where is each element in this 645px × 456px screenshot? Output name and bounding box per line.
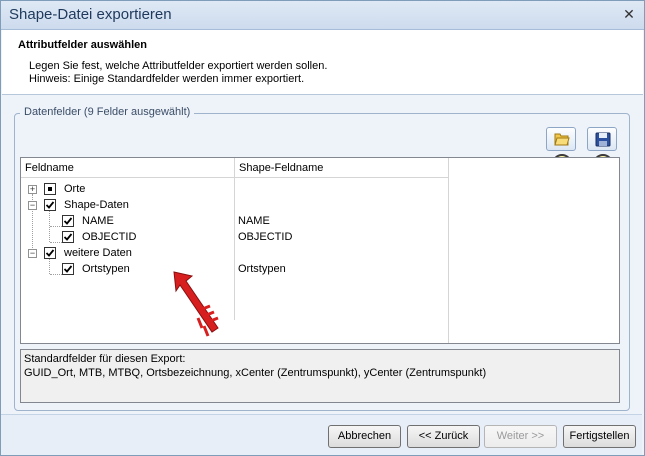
shape-field-value: OBJECTID <box>238 231 293 243</box>
standard-fields-heading: Standardfelder für diesen Export: <box>24 353 186 365</box>
checkbox-partial[interactable] <box>44 183 56 195</box>
checkbox-checked[interactable] <box>62 263 74 275</box>
window-title: Shape-Datei exportieren <box>9 6 172 23</box>
expand-icon[interactable]: + <box>28 185 37 194</box>
title-bar: Shape-Datei exportieren ✕ <box>1 1 644 30</box>
wizard-header: Attributfelder auswählen Legen Sie fest,… <box>2 30 643 95</box>
column-divider-right <box>448 158 449 343</box>
next-button[interactable]: Weiter >> <box>484 425 557 448</box>
floppy-disk-icon <box>595 132 611 147</box>
standard-fields-list: GUID_Ort, MTB, MTBQ, Ortsbezeichnung, xC… <box>24 367 487 379</box>
collapse-icon[interactable]: − <box>28 201 37 210</box>
save-button[interactable] <box>587 127 617 151</box>
tree-row-ortstypen[interactable]: Ortstypen Ortstypen <box>21 261 446 277</box>
standard-fields-box: Standardfelder für diesen Export: GUID_O… <box>20 349 620 403</box>
open-button[interactable] <box>546 127 576 151</box>
tree-row-label: NAME <box>82 215 114 227</box>
back-button[interactable]: << Zurück <box>407 425 480 448</box>
field-tree[interactable]: Feldname Shape-Feldname + Orte − Shape-D… <box>20 157 620 344</box>
collapse-icon[interactable]: − <box>28 249 37 258</box>
tree-row-objectid[interactable]: OBJECTID OBJECTID <box>21 229 446 245</box>
finish-button[interactable]: Fertigstellen <box>563 425 636 448</box>
group-legend: Datenfelder (9 Felder ausgewählt) <box>20 106 195 118</box>
tree-row-label: weitere Daten <box>64 247 132 259</box>
page-title: Attributfelder auswählen <box>18 39 147 51</box>
column-header-fieldname[interactable]: Feldname <box>21 158 235 178</box>
tree-row-label: Ortstypen <box>82 263 130 275</box>
tree-row-shape-daten[interactable]: − Shape-Daten <box>21 197 446 213</box>
tree-row-label: OBJECTID <box>82 231 137 243</box>
column-header-shapefieldname[interactable]: Shape-Feldname <box>235 158 449 178</box>
close-icon[interactable]: ✕ <box>622 7 636 21</box>
annotation-arrow-icon <box>173 271 219 337</box>
checkbox-checked[interactable] <box>44 199 56 211</box>
tree-row-name[interactable]: NAME NAME <box>21 213 446 229</box>
shape-field-value: NAME <box>238 215 270 227</box>
tree-row-orte[interactable]: + Orte <box>21 181 446 197</box>
checkbox-checked[interactable] <box>44 247 56 259</box>
folder-open-icon <box>554 133 570 146</box>
tree-row-label: Orte <box>64 183 86 195</box>
header-hint: Hinweis: Einige Standardfelder werden im… <box>29 73 305 85</box>
checkbox-checked[interactable] <box>62 215 74 227</box>
cancel-button[interactable]: Abbrechen <box>328 425 401 448</box>
checkbox-checked[interactable] <box>62 231 74 243</box>
tree-row-weitere-daten[interactable]: − weitere Daten <box>21 245 446 261</box>
shape-field-value: Ortstypen <box>238 263 286 275</box>
tree-row-label: Shape-Daten <box>64 199 129 211</box>
header-description: Legen Sie fest, welche Attributfelder ex… <box>29 60 328 72</box>
